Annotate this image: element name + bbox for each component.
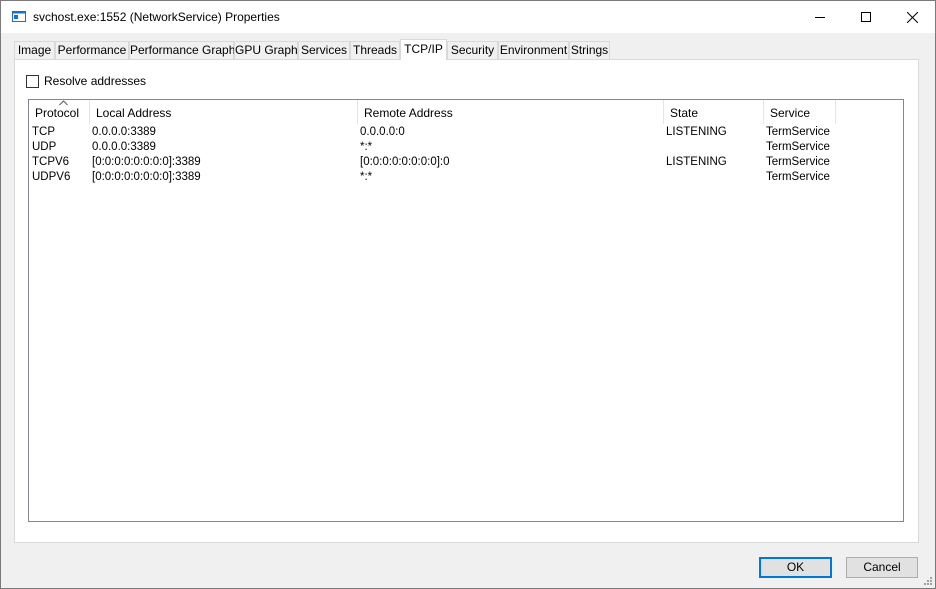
tab-performance-graph[interactable]: Performance Graph — [129, 41, 235, 59]
cell-local-address: [0:0:0:0:0:0:0:0]:3389 — [92, 156, 201, 168]
close-icon — [906, 11, 918, 23]
table-row[interactable]: UDPV6 [0:0:0:0:0:0:0:0]:3389 *:* TermSer… — [29, 170, 903, 185]
cell-protocol: UDPV6 — [32, 171, 71, 183]
cell-service: TermService — [766, 171, 830, 183]
column-header-local-address[interactable]: Local Address — [90, 100, 358, 124]
column-header-protocol[interactable]: Protocol — [29, 100, 90, 124]
tab-environment[interactable]: Environment — [498, 41, 569, 59]
cell-local-address: 0.0.0.0:3389 — [92, 126, 156, 138]
cell-service: TermService — [766, 156, 830, 168]
cell-state: LISTENING — [666, 156, 727, 168]
cancel-button[interactable]: Cancel — [846, 557, 918, 578]
sort-ascending-icon — [59, 100, 68, 106]
tab-strings[interactable]: Strings — [569, 41, 610, 59]
properties-window: svchost.exe:1552 (NetworkService) Proper… — [0, 0, 936, 589]
table-row[interactable]: TCP 0.0.0.0:3389 0.0.0.0:0 LISTENING Ter… — [29, 125, 903, 140]
column-header-label: State — [670, 106, 699, 120]
tab-threads[interactable]: Threads — [350, 41, 400, 59]
checkbox-box[interactable] — [26, 74, 39, 88]
cell-remote-address: *:* — [360, 171, 373, 183]
column-header-label: Protocol — [35, 106, 80, 120]
maximize-button[interactable] — [843, 1, 889, 33]
column-header-service[interactable]: Service — [764, 100, 836, 124]
maximize-icon — [861, 12, 871, 22]
column-header-label: Remote Address — [364, 106, 453, 120]
cell-service: TermService — [766, 141, 830, 153]
table-row[interactable]: TCPV6 [0:0:0:0:0:0:0:0]:3389 [0:0:0:0:0:… — [29, 155, 903, 170]
tab-image[interactable]: Image — [14, 41, 55, 59]
tab-services[interactable]: Services — [298, 41, 350, 59]
cell-state: LISTENING — [666, 126, 727, 138]
tab-performance[interactable]: Performance — [55, 41, 129, 59]
table-row[interactable]: UDP 0.0.0.0:3389 *:* TermService — [29, 140, 903, 155]
cell-service: TermService — [766, 126, 830, 138]
minimize-button[interactable] — [797, 1, 843, 33]
tab-tcpip[interactable]: TCP/IP — [400, 39, 447, 60]
cell-local-address: [0:0:0:0:0:0:0:0]:3389 — [92, 171, 201, 183]
title-bar[interactable]: svchost.exe:1552 (NetworkService) Proper… — [1, 1, 935, 33]
connections-list[interactable]: Protocol Local Address Remote Address St… — [28, 99, 904, 522]
cell-protocol: TCP — [32, 126, 55, 138]
cell-protocol: TCPV6 — [32, 156, 70, 168]
window-app-icon — [12, 11, 26, 22]
resolve-addresses-checkbox[interactable]: Resolve addresses — [26, 74, 146, 88]
resize-grip-icon[interactable] — [923, 576, 933, 586]
ok-button[interactable]: OK — [759, 557, 832, 578]
tab-gpu-graph[interactable]: GPU Graph — [234, 41, 298, 59]
column-header-remote-address[interactable]: Remote Address — [358, 100, 664, 124]
cell-remote-address: [0:0:0:0:0:0:0:0]:0 — [360, 156, 450, 168]
minimize-icon — [815, 17, 825, 18]
column-header-state[interactable]: State — [664, 100, 764, 124]
cell-remote-address: *:* — [360, 141, 373, 153]
close-button[interactable] — [889, 1, 935, 33]
tab-security[interactable]: Security — [447, 41, 498, 59]
window-title: svchost.exe:1552 (NetworkService) Proper… — [33, 10, 280, 24]
column-header-label: Service — [770, 106, 811, 120]
cell-local-address: 0.0.0.0:3389 — [92, 141, 156, 153]
resolve-addresses-label: Resolve addresses — [44, 74, 147, 88]
cell-remote-address: 0.0.0.0:0 — [360, 126, 405, 138]
cell-protocol: UDP — [32, 141, 57, 153]
column-header-label: Local Address — [96, 106, 172, 120]
